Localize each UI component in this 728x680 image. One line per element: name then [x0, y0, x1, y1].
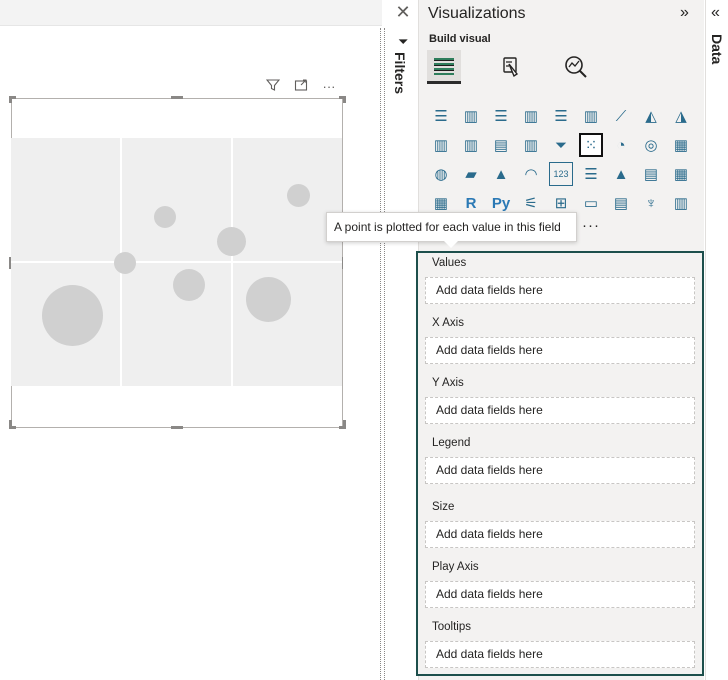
resize-handle[interactable] [171, 96, 183, 99]
waterfall-chart-icon[interactable]: ▥ [519, 133, 543, 157]
multi-row-card-icon[interactable]: ☰ [579, 162, 603, 186]
resize-handle[interactable] [343, 420, 346, 427]
legend-field-well[interactable]: Add data fields here [425, 457, 695, 484]
scatter-placeholder-plot [11, 138, 342, 386]
filled-map-icon[interactable]: ▰ [459, 162, 483, 186]
placeholder-bubble [42, 285, 103, 346]
placeholder-bubble [154, 206, 176, 228]
resize-handle[interactable] [9, 96, 12, 103]
line-and-stacked-column-icon[interactable]: ▥ [429, 133, 453, 157]
100-stacked-column-chart-icon[interactable]: ▥ [579, 104, 603, 128]
data-pane-strip [705, 0, 728, 680]
slicer-icon[interactable]: ▤ [639, 162, 663, 186]
tab-format-visual[interactable] [494, 50, 528, 84]
get-more-visuals-icon[interactable]: ··· [582, 217, 600, 234]
ribbon-chart-icon[interactable]: ▤ [489, 133, 513, 157]
map-icon[interactable]: ◍ [429, 162, 453, 186]
build-visual-icon [433, 55, 455, 76]
100-stacked-bar-chart-icon[interactable]: ☰ [549, 104, 573, 128]
placeholder-bubble [173, 269, 205, 301]
kpi-icon[interactable]: ▲ [609, 162, 633, 186]
canvas-top-bar [0, 0, 382, 26]
play-axis-field-well[interactable]: Add data fields here [425, 581, 695, 608]
treemap-icon[interactable]: ▦ [669, 133, 693, 157]
stacked-area-chart-icon[interactable]: ◮ [669, 104, 693, 128]
build-visual-label: Build visual [429, 33, 491, 45]
donut-chart-icon[interactable]: ◎ [639, 133, 663, 157]
clustered-bar-chart-icon[interactable]: ☰ [489, 104, 513, 128]
pie-chart-icon[interactable]: ◔ [609, 133, 633, 157]
stacked-bar-chart-icon[interactable]: ☰ [429, 104, 453, 128]
pane-divider [380, 28, 381, 680]
well-label-legend: Legend [432, 437, 471, 449]
placeholder-bubble [287, 184, 310, 207]
x-axis-field-well[interactable]: Add data fields here [425, 337, 695, 364]
line-and-clustered-column-icon[interactable]: ▥ [459, 133, 483, 157]
tooltips-field-well[interactable]: Add data fields here [425, 641, 695, 668]
placeholder-bubble [114, 252, 136, 274]
scatter-chart-icon[interactable]: ⁙ [579, 133, 603, 157]
filter-icon[interactable] [264, 78, 282, 95]
values-field-well[interactable]: Add data fields here [425, 277, 695, 304]
visual-type-gallery: ☰ ▥ ☰ ▥ ☰ ▥ ⟋ ◭ ◮ ▥ ▥ ▤ ▥ ⏷ ⁙ ◔ ◎ ▦ ◍ ▰ ▲ ◠ 123 ☰ ▲ ▤ ▦ ▦ R Py ⚟ ⊞ ▭ ▤ ♆ ▥ [429, 104, 699, 220]
well-label-tooltips: Tooltips [432, 621, 471, 633]
format-visual-icon [503, 57, 519, 78]
visual-header: ··· [264, 76, 344, 96]
resize-handle[interactable] [171, 426, 183, 429]
pane-divider [384, 28, 385, 680]
expand-data-pane-icon[interactable]: « [711, 4, 720, 22]
placeholder-bubble [217, 227, 246, 256]
qa-icon[interactable]: ▭ [579, 191, 603, 215]
metrics-icon[interactable]: ♆ [639, 191, 663, 215]
smart-narrative-icon[interactable]: ▤ [609, 191, 633, 215]
collapse-pane-icon[interactable]: » [680, 4, 689, 22]
pane-title: Visualizations [428, 5, 526, 22]
well-label-size: Size [432, 501, 455, 513]
paginated-report-icon[interactable]: ▥ [669, 191, 693, 215]
funnel-icon[interactable]: ⏷ [549, 133, 573, 157]
table-icon[interactable]: ▦ [669, 162, 693, 186]
more-options-icon[interactable]: ··· [320, 79, 338, 94]
well-label-y-axis: Y Axis [432, 377, 464, 389]
focus-mode-icon[interactable] [292, 78, 310, 95]
tab-build-visual[interactable] [427, 50, 461, 84]
gauge-icon[interactable]: ◠ [519, 162, 543, 186]
placeholder-bubble [246, 277, 291, 322]
filters-pane-toggle[interactable]: Filters [392, 52, 408, 94]
size-field-well[interactable]: Add data fields here [425, 521, 695, 548]
field-tooltip: A point is plotted for each value in thi… [326, 212, 577, 242]
area-chart-icon[interactable]: ◭ [639, 104, 663, 128]
card-icon[interactable]: 123 [549, 162, 573, 186]
filter-pane-icon[interactable]: ⏷ [398, 34, 408, 50]
tab-analytics[interactable] [559, 50, 593, 84]
analytics-icon [565, 56, 587, 78]
clustered-column-chart-icon[interactable]: ▥ [519, 104, 543, 128]
tooltip-arrow [444, 241, 458, 248]
data-pane-toggle[interactable]: Data [709, 34, 725, 64]
well-label-play-axis: Play Axis [432, 561, 479, 573]
stacked-column-chart-icon[interactable]: ▥ [459, 104, 483, 128]
resize-handle[interactable] [343, 96, 346, 103]
azure-map-icon[interactable]: ▲ [489, 162, 513, 186]
well-label-x-axis: X Axis [432, 317, 464, 329]
y-axis-field-well[interactable]: Add data fields here [425, 397, 695, 424]
grid-line [11, 261, 342, 263]
well-label-values: Values [432, 257, 467, 269]
line-chart-icon[interactable]: ⟋ [609, 104, 633, 128]
close-icon[interactable]: ✕ [394, 2, 412, 23]
resize-handle[interactable] [9, 420, 12, 427]
